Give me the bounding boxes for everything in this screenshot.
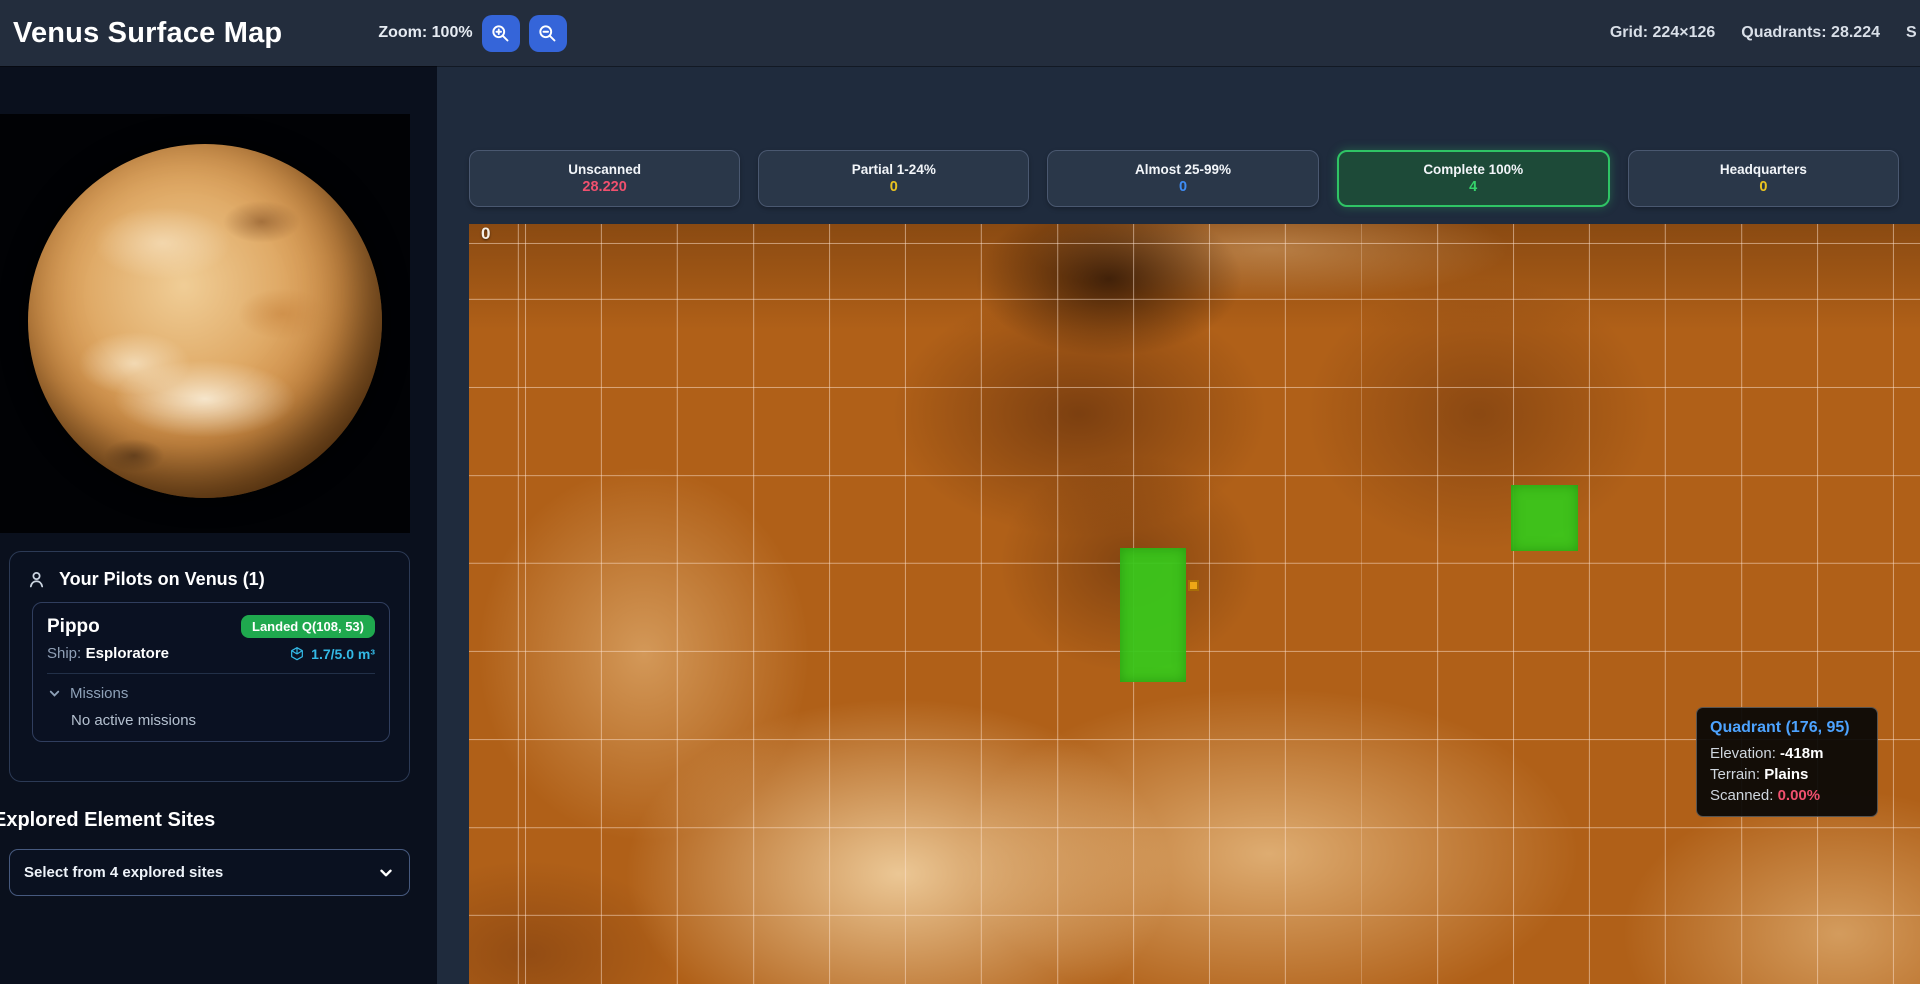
pilot-card[interactable]: Pippo Landed Q(108, 53) Ship: Esplorator… — [32, 602, 390, 742]
headquarters-marker[interactable] — [1188, 580, 1199, 591]
filter-count: 28.220 — [582, 179, 626, 195]
explored-sites-dropdown[interactable]: Select from 4 explored sites — [9, 849, 410, 896]
missions-toggle[interactable]: Missions — [47, 685, 375, 702]
zoom-in-button[interactable] — [482, 15, 520, 52]
filter-unscanned-button[interactable]: Unscanned 28.220 — [469, 150, 740, 207]
filter-label: Complete 100% — [1423, 162, 1523, 177]
header-stats: Grid: 224×126 Quadrants: 28.224 S — [1610, 24, 1920, 42]
cutoff-stat: S — [1906, 24, 1920, 42]
zoom-out-button[interactable] — [529, 15, 567, 52]
pilots-panel-title: Your Pilots on Venus (1) — [59, 569, 265, 590]
top-header-bar: Venus Surface Map Zoom: 100% — [0, 0, 1920, 66]
pilot-status-badge: Landed Q(108, 53) — [241, 615, 375, 638]
grid-size-stat: Grid: 224×126 — [1610, 24, 1715, 42]
ship-name: Esploratore — [86, 645, 169, 662]
chevron-down-icon — [47, 686, 62, 701]
quadrant-tooltip: Quadrant (176, 95) Elevation: -418m Terr… — [1696, 707, 1878, 817]
quadrants-count-stat: Quadrants: 28.224 — [1741, 24, 1880, 42]
surface-map[interactable]: 0 Quadrant (176, 95) Elevation: -418m Te… — [469, 224, 1920, 984]
pilot-name: Pippo — [47, 616, 100, 638]
map-origin-label: 0 — [481, 224, 490, 244]
filter-partial-button[interactable]: Partial 1-24% 0 — [758, 150, 1029, 207]
main-content: Unscanned 28.220 Partial 1-24% 0 Almost … — [437, 66, 1920, 984]
zoom-out-icon — [537, 23, 558, 44]
venus-planet-image — [28, 144, 382, 498]
completed-quadrant-marker[interactable] — [1120, 548, 1186, 682]
filter-count: 0 — [1759, 179, 1767, 195]
person-icon — [26, 569, 47, 590]
filter-label: Almost 25-99% — [1135, 162, 1231, 177]
missions-empty-text: No active missions — [71, 712, 375, 729]
cargo-cube-icon — [289, 646, 305, 662]
filter-label: Headquarters — [1720, 162, 1807, 177]
scan-filter-row: Unscanned 28.220 Partial 1-24% 0 Almost … — [469, 150, 1899, 207]
filter-almost-button[interactable]: Almost 25-99% 0 — [1047, 150, 1318, 207]
cargo-value: 1.7/5.0 m³ — [311, 646, 375, 662]
completed-quadrant-marker[interactable] — [1511, 485, 1578, 551]
tooltip-terrain-row: Terrain: Plains — [1710, 766, 1864, 783]
cargo-capacity: 1.7/5.0 m³ — [289, 646, 375, 662]
tooltip-elevation-row: Elevation: -418m — [1710, 745, 1864, 762]
venus-surface-map-app: Venus Surface Map Zoom: 100% — [0, 0, 1920, 984]
filter-count: 0 — [890, 179, 898, 195]
left-sidebar: Your Pilots on Venus (1) Pippo Landed Q(… — [0, 66, 437, 984]
zoom-level-label: Zoom: 100% — [378, 24, 472, 42]
zoom-in-icon — [490, 23, 511, 44]
ship-label: Ship: — [47, 645, 81, 662]
page-title: Venus Surface Map — [0, 17, 282, 50]
filter-headquarters-button[interactable]: Headquarters 0 — [1628, 150, 1899, 207]
filter-label: Unscanned — [568, 162, 641, 177]
filter-count: 4 — [1469, 179, 1477, 195]
venus-preview-panel — [0, 114, 410, 533]
dropdown-chevron-icon — [377, 864, 395, 882]
missions-label: Missions — [70, 685, 128, 702]
explored-sites-title: Explored Element Sites — [0, 809, 215, 832]
filter-count: 0 — [1179, 179, 1187, 195]
tooltip-title: Quadrant (176, 95) — [1710, 719, 1864, 737]
explored-sites-dropdown-value: Select from 4 explored sites — [24, 864, 223, 881]
pilots-panel: Your Pilots on Venus (1) Pippo Landed Q(… — [9, 551, 410, 782]
map-grid-overlay — [469, 224, 1920, 984]
tooltip-scanned-row: Scanned: 0.00% — [1710, 787, 1864, 804]
pilots-panel-header: Your Pilots on Venus (1) — [10, 552, 409, 602]
filter-label: Partial 1-24% — [852, 162, 936, 177]
zoom-controls: Zoom: 100% — [378, 15, 566, 52]
filter-complete-button[interactable]: Complete 100% 4 — [1337, 150, 1610, 207]
